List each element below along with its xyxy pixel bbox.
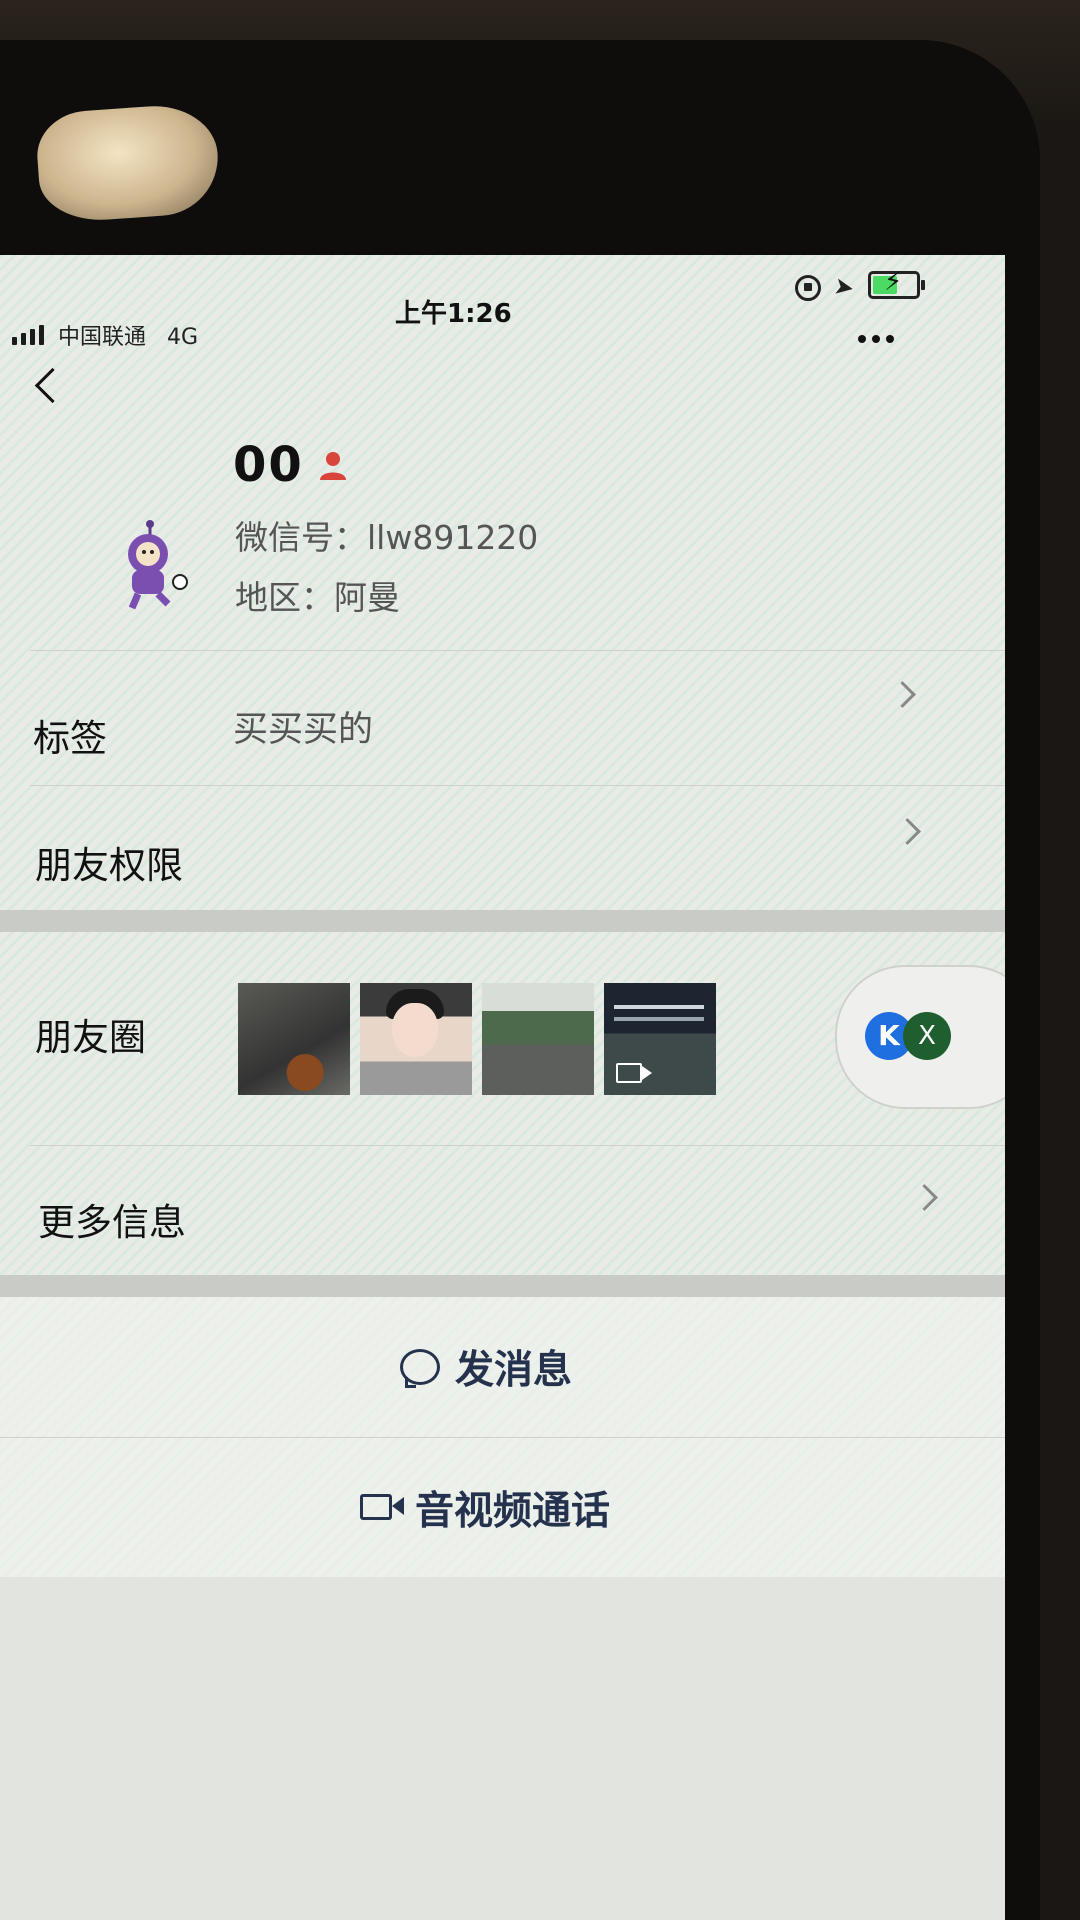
back-chevron-icon[interactable] (30, 363, 62, 411)
moments-label: 朋友圈 (35, 1016, 146, 1059)
contact-name: 00 (233, 437, 304, 493)
divider (30, 650, 1005, 651)
divider (30, 785, 1005, 786)
more-info-row[interactable]: 更多信息 (0, 1150, 1005, 1280)
video-call-label: 音视频通话 (415, 1489, 611, 1534)
chevron-right-icon (894, 818, 921, 845)
divider (30, 1145, 1005, 1146)
permissions-label: 朋友权限 (35, 844, 183, 887)
chevron-right-icon (911, 1184, 938, 1211)
video-camera-icon (360, 1494, 404, 1520)
video-icon (616, 1063, 642, 1083)
network-type: 4G (167, 325, 199, 350)
charging-bolt-icon: ⚡ (884, 267, 903, 297)
floating-window-pill[interactable]: K X (835, 965, 1005, 1109)
avatar[interactable] (110, 520, 190, 610)
status-time: 上午1:26 (395, 299, 512, 329)
moments-thumbnails[interactable] (238, 983, 716, 1095)
region: 地区：阿曼 (235, 578, 400, 617)
video-call-button[interactable]: 音视频通话 (0, 1438, 1005, 1578)
signal-icon (12, 325, 44, 345)
rotation-lock-icon (795, 275, 821, 301)
carrier-name: 中国联通 (58, 325, 147, 350)
chat-bubble-icon (400, 1349, 440, 1388)
tags-label: 标签 (33, 717, 107, 760)
chevron-right-icon (889, 681, 916, 708)
send-message-button[interactable]: 发消息 (0, 1297, 1005, 1437)
send-message-label: 发消息 (455, 1348, 573, 1393)
more-info-label: 更多信息 (38, 1201, 186, 1244)
app-badge-x: X (903, 1012, 951, 1060)
moment-thumbnail[interactable] (360, 983, 472, 1095)
empty-bottom-area (0, 1577, 1005, 1920)
location-icon: ➤ (831, 271, 857, 303)
more-dots-icon[interactable] (852, 329, 900, 349)
wechat-id: 微信号：llw891220 (235, 518, 539, 557)
moment-thumbnail[interactable] (604, 983, 716, 1095)
section-gap (0, 1275, 1005, 1297)
phone-screen: 中国联通 4G 上午1:26 ➤ ⚡ 00 微信号：llw891220 地区：阿… (0, 255, 1005, 1920)
person-badge-icon (320, 452, 346, 480)
carrier-label: 中国联通 4G (58, 319, 198, 351)
tags-value: 买买买的 (233, 710, 374, 750)
section-gap (0, 910, 1005, 932)
moment-thumbnail[interactable] (238, 983, 350, 1095)
tags-row[interactable]: 标签 买买买的 (0, 655, 1005, 785)
friend-permissions-row[interactable]: 朋友权限 (0, 790, 1005, 920)
moment-thumbnail[interactable] (482, 983, 594, 1095)
